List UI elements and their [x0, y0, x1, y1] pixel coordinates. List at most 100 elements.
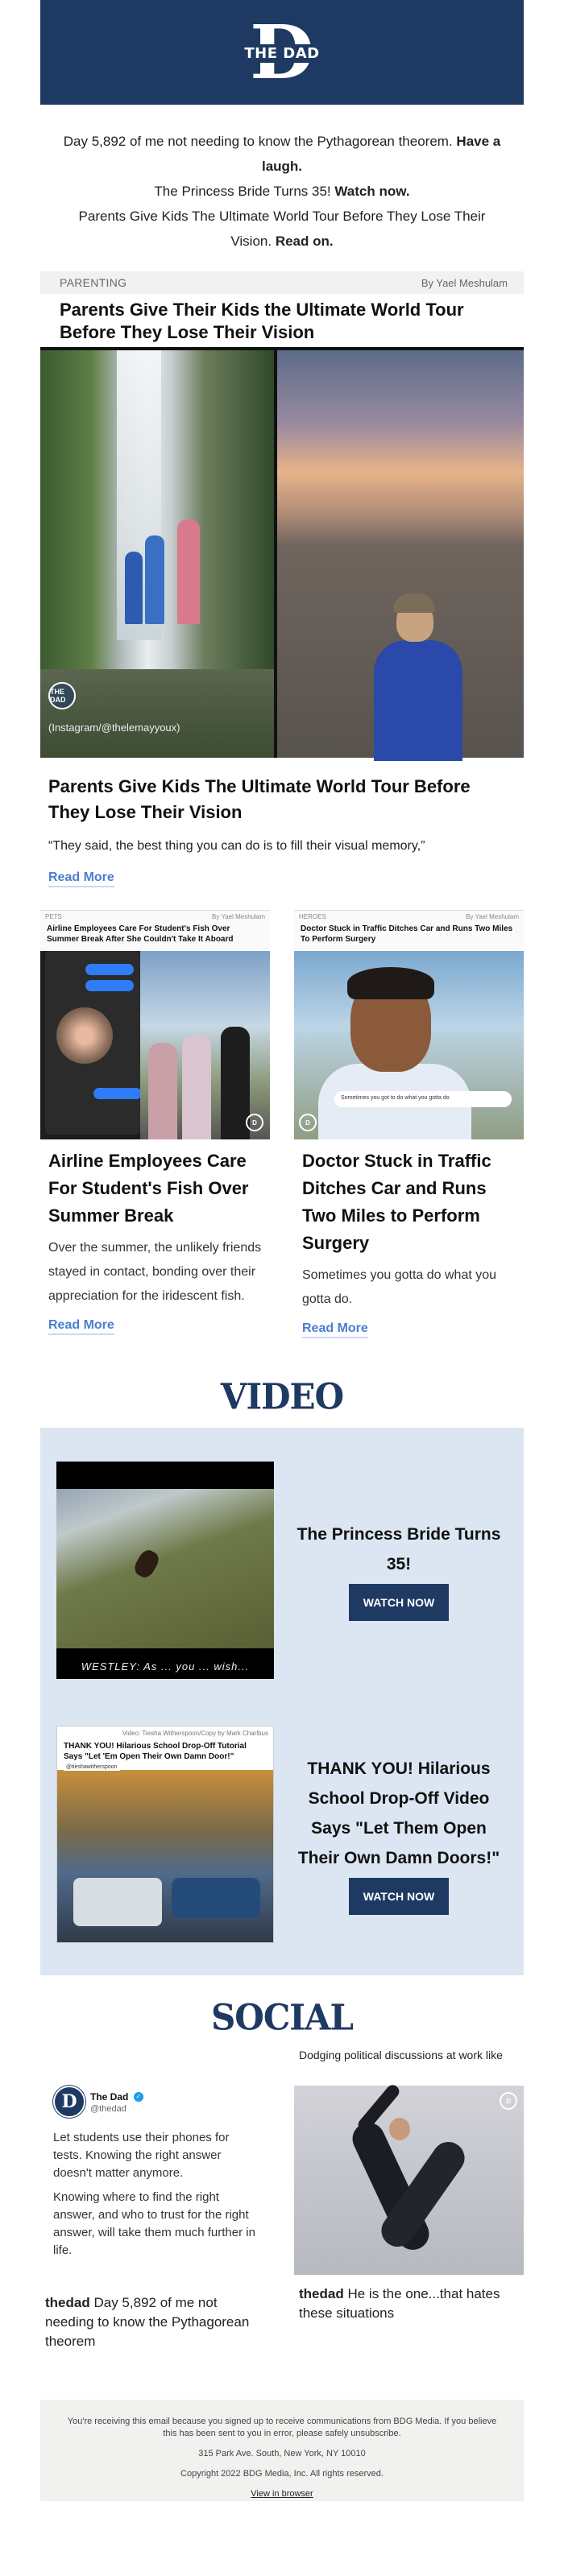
tweet-paragraph: Knowing where to find the right answer, …	[53, 2190, 255, 2257]
doctor-hair	[347, 967, 434, 999]
video-title: THANK YOU! Hilarious School Drop-Off Vid…	[297, 1759, 500, 1867]
video-subtitle: WESTLEY: As ... you ... wish...	[81, 1660, 250, 1673]
feature-category: PARENTING	[60, 276, 127, 289]
tweet-name-row: The Dad ✓	[90, 2090, 143, 2104]
waterfall-photo: THE DAD (Instagram/@thelemayyoux)	[40, 350, 274, 758]
car	[172, 1878, 260, 1918]
video-info: THANK YOU! Hilarious School Drop-Off Vid…	[274, 1754, 508, 1915]
tweet-name: The Dad	[90, 2091, 129, 2103]
story-card: PETS By Yael Meshulam Airline Employees …	[40, 910, 270, 1338]
video-section: WESTLEY: As ... you ... wish... The Prin…	[40, 1428, 524, 1975]
feature-quote: “They said, the best thing you can do is…	[48, 839, 425, 853]
caption-handle[interactable]: thedad	[45, 2295, 90, 2310]
video-thumbnail[interactable]: WESTLEY: As ... you ... wish...	[56, 1462, 274, 1679]
tweet-author: The Dad ✓ @thedad	[90, 2090, 143, 2114]
story-summary: Sometimes you gotta do what you gotta do…	[302, 1268, 497, 1306]
truck	[73, 1878, 162, 1926]
meme-image[interactable]: D	[294, 2082, 524, 2275]
verified-icon: ✓	[133, 2091, 143, 2102]
thumb-byline: By Yael Meshulam	[212, 912, 265, 920]
feature-read-more-link[interactable]: Read More	[48, 870, 114, 887]
meme-headline: Dodging political discussions at work li…	[299, 2049, 503, 2061]
the-dad-watermark-icon: D	[299, 1114, 317, 1131]
the-dad-watermark: THE DAD	[48, 682, 76, 709]
tweet-handle: @thedad	[90, 2104, 126, 2114]
boy-figure	[374, 640, 462, 761]
figure-head	[389, 2118, 410, 2140]
email-container: D THE DAD Day 5,892 of me not needing to…	[40, 0, 524, 2501]
intro-text-1: Day 5,892 of me not needing to know the …	[63, 134, 453, 149]
story-grid: PETS By Yael Meshulam Airline Employees …	[40, 895, 524, 1338]
boy-cap	[393, 593, 435, 613]
phone-screenshot	[45, 951, 142, 1135]
video-thumb-headline: THANK YOU! Hilarious School Drop-Off Tut…	[64, 1742, 247, 1761]
social-section: D The Dad ✓ @thedad Let students use the…	[40, 2049, 524, 2351]
story-title[interactable]: Doctor Stuck in Traffic Ditches Car and …	[294, 1147, 524, 1257]
view-in-browser-link[interactable]: View in browser	[251, 2489, 313, 2499]
intro-line-1: Day 5,892 of me not needing to know the …	[56, 129, 508, 179]
fish-photo: D	[40, 951, 270, 1139]
tweet-card[interactable]: D The Dad ✓ @thedad Let students use the…	[40, 2065, 270, 2284]
tweet-paragraph: Let students use their phones for tests.…	[53, 2131, 230, 2180]
social-section-title: SOCIAL	[210, 1996, 354, 2039]
video-section-title: VIDEO	[220, 1375, 344, 1418]
person-figure	[182, 1035, 211, 1139]
the-dad-watermark-icon: D	[246, 1114, 263, 1131]
intro-text-2: The Princess Bride Turns 35!	[154, 184, 331, 199]
video-title: The Princess Bride Turns 35!	[297, 1525, 501, 1573]
video-tag: @tieshawitherspoon	[64, 1764, 120, 1771]
story-card: HEROES By Yael Meshulam Doctor Stuck in …	[294, 910, 524, 1338]
post-caption: thedad Day 5,892 of me not needing to kn…	[40, 2293, 270, 2351]
intro-line-2: The Princess Bride Turns 35! Watch now.	[56, 179, 508, 204]
footer-notice: You're receiving this email because you …	[67, 2417, 497, 2438]
post-caption: thedad He is the one...that hates these …	[294, 2284, 524, 2323]
story-read-more-link[interactable]: Read More	[302, 1321, 368, 1338]
the-dad-watermark-icon: D	[500, 2092, 517, 2110]
rocks	[40, 669, 274, 758]
social-post: D The Dad ✓ @thedad Let students use the…	[40, 2049, 270, 2351]
footer-address: 315 Park Ave. South, New York, NY 10010	[198, 2449, 366, 2458]
drop-off-scene	[57, 1770, 273, 1942]
photo-caption: (Instagram/@thelemayyoux)	[48, 722, 180, 734]
story-title[interactable]: Airline Employees Care For Student's Fis…	[40, 1147, 270, 1230]
thumb-meta: PETS By Yael Meshulam	[40, 911, 270, 922]
feature-image-headline: Parents Give Their Kids the Ultimate Wor…	[60, 300, 464, 342]
caption-handle[interactable]: thedad	[299, 2286, 344, 2301]
child-figure	[145, 535, 164, 624]
fishbowl	[56, 1007, 113, 1064]
thumb-meta: HEROES By Yael Meshulam	[294, 911, 524, 922]
logo-text: THE DAD	[238, 44, 326, 63]
the-dad-logo[interactable]: D THE DAD	[238, 12, 326, 93]
video-thumbnail[interactable]: Video: Tiesha Witherspoon/Copy by Mark C…	[56, 1726, 274, 1943]
story-thumbnail[interactable]: HEROES By Yael Meshulam Doctor Stuck in …	[294, 910, 524, 1139]
thumb-byline: By Yael Meshulam	[466, 912, 519, 920]
avatar: D	[53, 2086, 85, 2118]
watch-now-button[interactable]: WATCH NOW	[348, 1584, 450, 1621]
story-summary: Over the summer, the unlikely friends st…	[48, 1241, 262, 1303]
intro-link-3[interactable]: Read on.	[276, 234, 334, 249]
watch-now-button[interactable]: WATCH NOW	[348, 1878, 450, 1915]
thumb-category: PETS	[45, 912, 62, 920]
tweet-header: D The Dad ✓ @thedad	[53, 2086, 257, 2118]
video-frame	[56, 1489, 274, 1648]
feature-story: PARENTING By Yael Meshulam Parents Give …	[40, 271, 524, 895]
feature-image[interactable]: THE DAD (Instagram/@thelemayyoux)	[40, 347, 524, 761]
photo-comment: Sometimes you got to do what you gotta d…	[334, 1091, 512, 1107]
video-credit: Video: Tiesha Witherspoon/Copy by Mark C…	[122, 1730, 268, 1737]
story-thumbnail[interactable]: PETS By Yael Meshulam Airline Employees …	[40, 910, 270, 1139]
group-photo	[140, 951, 270, 1139]
footer: You're receiving this email because you …	[40, 2400, 524, 2501]
message-bubble	[85, 964, 134, 975]
intro-link-2[interactable]: Watch now.	[334, 184, 409, 199]
feature-body: Parents Give Kids The Ultimate World Tou…	[40, 758, 524, 895]
feature-title[interactable]: Parents Give Kids The Ultimate World Tou…	[48, 774, 516, 825]
footer-copyright: Copyright 2022 BDG Media, Inc. All right…	[180, 2469, 384, 2479]
message-bubble	[85, 980, 134, 991]
feature-byline: By Yael Meshulam	[421, 276, 508, 289]
story-read-more-link[interactable]: Read More	[48, 1318, 114, 1335]
person-figure	[148, 1043, 177, 1139]
social-post: Dodging political discussions at work li…	[294, 2049, 524, 2351]
thumb-headline: Doctor Stuck in Traffic Ditches Car and …	[301, 924, 513, 944]
video-item: WESTLEY: As ... you ... wish... The Prin…	[56, 1462, 508, 1679]
intro-block: Day 5,892 of me not needing to know the …	[40, 105, 524, 271]
